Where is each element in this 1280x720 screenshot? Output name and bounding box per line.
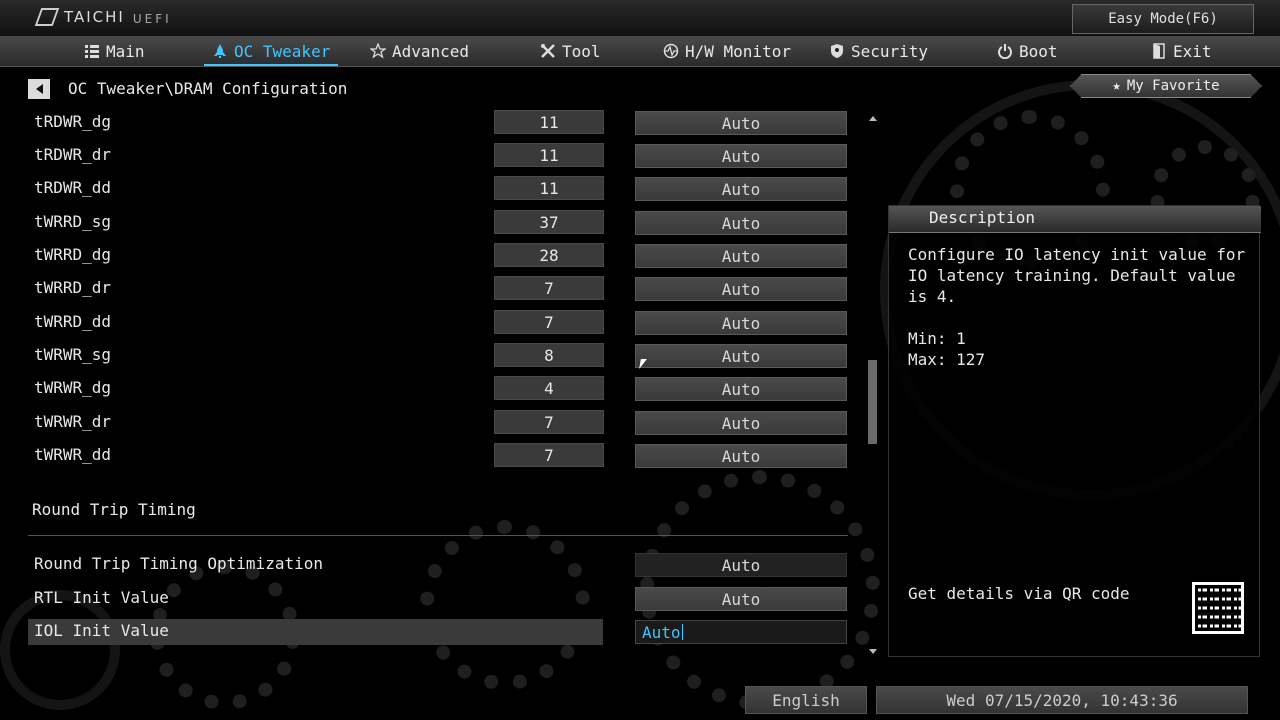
- description-header: Description: [889, 206, 1261, 233]
- my-favorite-button[interactable]: ★ My Favorite: [1070, 74, 1262, 98]
- top-bar: TAICHI UEFI Easy Mode(F6): [0, 0, 1280, 36]
- section-divider: [28, 535, 848, 536]
- description-text: Configure IO latency init value for IO l…: [908, 245, 1246, 369]
- setting-row: tRDWR_dd 11 Auto: [28, 176, 848, 202]
- setting-row: tWRRD_dg 28 Auto: [28, 243, 848, 269]
- setting-option[interactable]: Auto: [635, 311, 847, 335]
- back-button[interactable]: [28, 79, 50, 99]
- main-nav: Main OC Tweaker Advanced Tool H/W Monito…: [0, 36, 1280, 67]
- language-button[interactable]: English: [745, 686, 867, 714]
- text-caret: [681, 624, 683, 640]
- scroll-down-icon[interactable]: [869, 649, 877, 654]
- setting-row: tWRWR_sg 8 Auto: [28, 343, 848, 369]
- setting-row: tWRRD_dd 7 Auto: [28, 310, 848, 336]
- setting-label: tWRRD_dd: [34, 312, 112, 331]
- scrollbar[interactable]: [868, 116, 878, 654]
- setting-option[interactable]: Auto: [635, 277, 847, 301]
- setting-label: tWRWR_dg: [34, 378, 112, 397]
- section-title: Round Trip Timing: [32, 500, 196, 519]
- current-value: 4: [494, 376, 604, 400]
- setting-row: tWRWR_dd 7 Auto: [28, 443, 848, 469]
- current-value: 7: [494, 410, 604, 434]
- exit-icon: [1153, 43, 1165, 59]
- setting-option[interactable]: Auto: [635, 211, 847, 235]
- list-icon: [85, 45, 99, 58]
- current-value: 7: [494, 276, 604, 300]
- tools-icon: [541, 44, 555, 58]
- taichi-logo-icon: [34, 8, 60, 26]
- monitor-icon: [663, 43, 679, 59]
- tab-hw-monitor[interactable]: H/W Monitor: [663, 36, 791, 66]
- qr-label: Get details via QR code: [908, 584, 1130, 603]
- current-value: 7: [494, 310, 604, 334]
- setting-option[interactable]: Auto: [635, 111, 847, 135]
- setting-option[interactable]: Auto: [635, 411, 847, 435]
- star-icon: ★: [1112, 78, 1121, 94]
- brand-sub: UEFI: [132, 12, 172, 26]
- setting-option[interactable]: Auto: [635, 177, 847, 201]
- setting-row: Round Trip Timing Optimization Auto: [28, 552, 848, 578]
- tab-exit[interactable]: Exit: [1151, 36, 1212, 66]
- tab-boot[interactable]: Boot: [997, 36, 1058, 66]
- rocket-icon: [214, 44, 226, 58]
- setting-label: tWRRD_dg: [34, 245, 112, 264]
- current-value: 28: [494, 243, 604, 267]
- current-value: 37: [494, 210, 604, 234]
- qr-code-icon: [1192, 582, 1244, 634]
- setting-option[interactable]: Auto: [635, 344, 847, 368]
- setting-row: tRDWR_dr 11 Auto: [28, 143, 848, 169]
- star-icon: [370, 43, 386, 59]
- current-value: 7: [494, 443, 604, 467]
- setting-label: IOL Init Value: [34, 621, 169, 640]
- setting-label: tWRWR_dr: [34, 412, 112, 431]
- easy-mode-button[interactable]: Easy Mode(F6): [1072, 4, 1254, 34]
- setting-label: tRDWR_dd: [34, 178, 112, 197]
- setting-label: RTL Init Value: [34, 588, 169, 607]
- current-value: 11: [494, 143, 604, 167]
- setting-option[interactable]: Auto: [635, 377, 847, 401]
- setting-row: tWRWR_dr 7 Auto: [28, 410, 848, 436]
- current-value: 11: [494, 110, 604, 134]
- tab-security[interactable]: Security: [829, 36, 928, 66]
- setting-option[interactable]: Auto: [635, 553, 847, 577]
- brand-logo: TAICHI UEFI: [34, 8, 172, 26]
- setting-row: tWRRD_sg 37 Auto: [28, 210, 848, 236]
- setting-label: tWRRD_sg: [34, 212, 112, 231]
- setting-label: tWRRD_dr: [34, 278, 112, 297]
- setting-option[interactable]: Auto: [635, 444, 847, 468]
- setting-option[interactable]: Auto: [635, 587, 847, 611]
- datetime-display: Wed 07/15/2020, 10:43:36: [876, 686, 1248, 714]
- setting-label: tWRWR_sg: [34, 345, 112, 364]
- description-panel: Description Configure IO latency init va…: [888, 205, 1261, 657]
- tab-main[interactable]: Main: [84, 36, 145, 66]
- brand-name: TAICHI: [64, 8, 125, 26]
- setting-row: RTL Init Value Auto: [28, 586, 848, 612]
- setting-label: tWRWR_dd: [34, 445, 112, 464]
- current-value: 11: [494, 176, 604, 200]
- power-icon: [998, 44, 1012, 59]
- setting-label: tRDWR_dr: [34, 145, 112, 164]
- tab-tool[interactable]: Tool: [540, 36, 601, 66]
- setting-row: tRDWR_dg 11 Auto: [28, 110, 848, 136]
- setting-label: Round Trip Timing Optimization: [34, 554, 323, 573]
- tab-oc-tweaker[interactable]: OC Tweaker: [203, 36, 339, 66]
- current-value: 8: [494, 343, 604, 367]
- setting-option[interactable]: Auto: [635, 144, 847, 168]
- value-input[interactable]: Auto: [635, 620, 847, 644]
- setting-row: tWRRD_dr 7 Auto: [28, 276, 848, 302]
- setting-row: tWRWR_dg 4 Auto: [28, 376, 848, 402]
- scroll-thumb[interactable]: [868, 360, 877, 444]
- setting-row-selected[interactable]: IOL Init Value Auto: [28, 619, 848, 645]
- scroll-up-icon[interactable]: [869, 116, 877, 121]
- description-title: Description: [929, 208, 1035, 227]
- tab-advanced[interactable]: Advanced: [370, 36, 469, 66]
- setting-option[interactable]: Auto: [635, 244, 847, 268]
- shield-icon: [831, 44, 843, 58]
- setting-label: tRDWR_dg: [34, 112, 112, 131]
- breadcrumb: OC Tweaker\DRAM Configuration: [68, 79, 348, 98]
